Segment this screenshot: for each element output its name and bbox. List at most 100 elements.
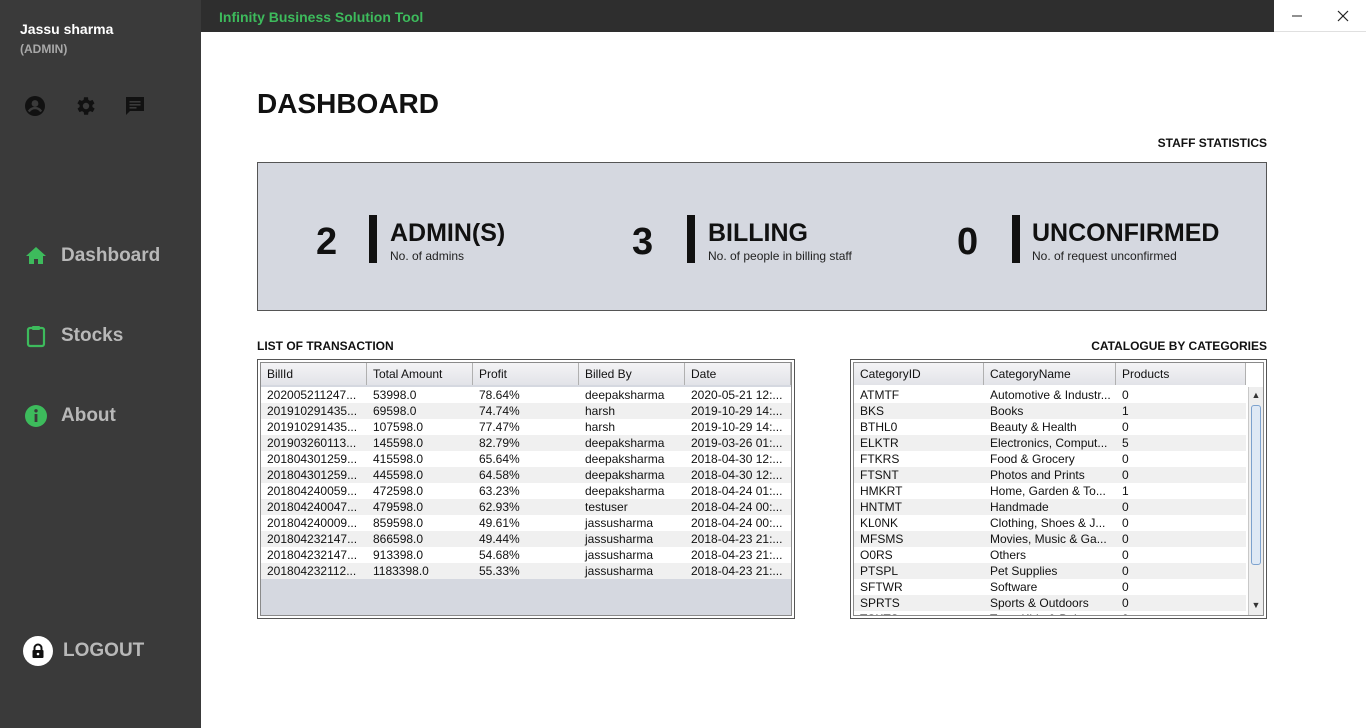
table-cell: 2018-04-24 01:... <box>691 484 783 498</box>
table-cell: 64.58% <box>479 468 520 482</box>
table-cell: 0 <box>1122 548 1129 562</box>
stat-divider <box>687 215 695 263</box>
catalogue-body: ATMTF Automotive & Industr... 0 BKS Books 1 BT… <box>854 387 1246 615</box>
table-row[interactable]: SFTWR Software 0 <box>854 579 1246 595</box>
table-row[interactable]: 201910291435... 107598.0 77.47% harsh 2019-1… <box>261 419 791 435</box>
table-cell: 82.79% <box>479 436 520 450</box>
logout-button[interactable]: LOGOUT <box>23 636 144 666</box>
transactions-column-header[interactable]: BillId <box>261 363 367 385</box>
table-row[interactable]: MFSMS Movies, Music & Ga... 0 <box>854 531 1246 547</box>
catalogue-column-header[interactable]: CategoryName <box>984 363 1116 385</box>
stat-admins: 2 ADMIN(S) No. of admins <box>316 215 616 265</box>
table-cell: jassusharma <box>585 548 654 562</box>
table-row[interactable]: 201804232112... 1183398.0 55.33% jassusharm… <box>261 563 791 579</box>
table-cell: 201804240009... <box>267 516 358 530</box>
stat-billing-value: 3 <box>632 221 654 263</box>
minimize-icon[interactable] <box>1274 0 1320 31</box>
table-cell: FTKRS <box>860 452 900 466</box>
table-cell: 49.61% <box>479 516 520 530</box>
window-controls <box>1274 0 1366 32</box>
gear-icon[interactable] <box>73 94 97 118</box>
table-row[interactable]: BTHL0 Beauty & Health 0 <box>854 419 1246 435</box>
table-row[interactable]: FTKRS Food & Grocery 0 <box>854 451 1246 467</box>
table-row[interactable]: 201804240047... 479598.0 62.93% testuser 201… <box>261 499 791 515</box>
table-cell: 77.47% <box>479 420 520 434</box>
transactions-column-header[interactable]: Profit <box>473 363 579 385</box>
table-row[interactable]: 202005211247... 53998.0 78.64% deepaksharma… <box>261 387 791 403</box>
table-cell: 201910291435... <box>267 404 358 418</box>
table-row[interactable]: ELKTR Electronics, Comput... 5 <box>854 435 1246 451</box>
catalogue-column-header[interactable]: CategoryID <box>854 363 984 385</box>
table-cell: deepaksharma <box>585 436 665 450</box>
lock-icon <box>23 636 53 666</box>
staff-statistics-panel: 2 ADMIN(S) No. of admins 3 BILLING No. o… <box>257 162 1267 311</box>
table-cell: 2019-03-26 01:... <box>691 436 783 450</box>
table-cell: 2019-10-29 14:... <box>691 404 783 418</box>
table-cell: 201903260113... <box>267 436 357 450</box>
table-cell: Movies, Music & Ga... <box>990 532 1107 546</box>
table-cell: deepaksharma <box>585 452 665 466</box>
table-row[interactable]: SPRTS Sports & Outdoors 0 <box>854 595 1246 611</box>
scroll-up-icon[interactable]: ▲ <box>1249 388 1263 402</box>
table-cell: 1183398.0 <box>373 564 429 578</box>
table-row[interactable]: TSKTSToys, Kids & Baby0 <box>854 611 1246 615</box>
clipboard-icon <box>24 324 48 348</box>
table-cell: Home, Garden & To... <box>990 484 1106 498</box>
table-cell: 201804232112... <box>267 564 357 578</box>
nav-about[interactable]: About <box>24 403 116 429</box>
table-row[interactable]: HNTMT Handmade 0 <box>854 499 1246 515</box>
scroll-thumb[interactable] <box>1251 405 1261 565</box>
table-row[interactable]: BKS Books 1 <box>854 403 1246 419</box>
table-cell: 2018-04-23 21:... <box>691 532 783 546</box>
stat-admins-subtitle: No. of admins <box>390 249 465 263</box>
table-cell: ELKTR <box>860 436 899 450</box>
table-row[interactable]: 201804240009... 859598.0 49.61% jassusharma… <box>261 515 791 531</box>
table-row[interactable]: KL0NK Clothing, Shoes & J... 0 <box>854 515 1246 531</box>
page-title: DASHBOARD <box>257 88 439 119</box>
table-row[interactable]: PTSPL Pet Supplies 0 <box>854 563 1246 579</box>
table-row[interactable]: 201804232147... 866598.0 49.44% jassusharma… <box>261 531 791 547</box>
table-cell: 0 <box>1122 468 1129 482</box>
transactions-column-header[interactable]: Date <box>685 363 791 385</box>
catalogue-scrollbar[interactable]: ▲ ▼ <box>1248 387 1263 615</box>
table-cell: 2018-04-23 21:... <box>691 564 783 578</box>
table-cell: 2018-04-24 00:... <box>691 500 783 514</box>
nav-stocks[interactable]: Stocks <box>24 323 123 349</box>
transactions-column-header[interactable]: Total Amount <box>367 363 473 385</box>
table-row[interactable]: 201804240059... 472598.0 63.23% deepaksharm… <box>261 483 791 499</box>
table-row[interactable]: 201804301259... 415598.0 65.64% deepaksharm… <box>261 451 791 467</box>
table-cell: MFSMS <box>860 532 904 546</box>
table-cell: deepaksharma <box>585 468 665 482</box>
table-cell: harsh <box>585 404 616 418</box>
table-cell: 0 <box>1122 580 1129 594</box>
table-row[interactable]: HMKRT Home, Garden & To... 1 <box>854 483 1246 499</box>
table-row[interactable]: 201903260113... 145598.0 82.79% deepaksharm… <box>261 435 791 451</box>
table-row[interactable]: 201910291435... 69598.0 74.74% harsh 2019-10… <box>261 403 791 419</box>
nav-dashboard-label: Dashboard <box>61 245 161 266</box>
catalogue-column-header[interactable]: Products <box>1116 363 1246 385</box>
table-cell: HMKRT <box>860 484 903 498</box>
table-cell: 0 <box>1122 532 1129 546</box>
table-cell: 913398.0 <box>373 548 424 562</box>
table-row[interactable]: ATMTF Automotive & Industr... 0 <box>854 387 1246 403</box>
nav-dashboard[interactable]: Dashboard <box>24 243 160 269</box>
table-cell: 0 <box>1122 388 1129 402</box>
table-cell: jassusharma <box>585 564 654 578</box>
table-cell: SPRTS <box>860 596 900 610</box>
catalogue-viewport: CategoryID CategoryName Products ATMTF Auto… <box>853 362 1264 616</box>
table-row[interactable]: 201804232147... 913398.0 54.68% jassusharma… <box>261 547 791 563</box>
table-row[interactable]: 201804301259... 445598.0 64.58% deepaksharm… <box>261 467 791 483</box>
close-icon[interactable] <box>1320 0 1366 31</box>
table-row[interactable]: O0RS Others 0 <box>854 547 1246 563</box>
account-circle-icon[interactable] <box>23 94 47 118</box>
user-name: Jassu sharma <box>20 21 114 37</box>
transactions-column-header[interactable]: Billed By <box>579 363 685 385</box>
table-cell: 0 <box>1122 516 1129 530</box>
table-row[interactable]: FTSNT Photos and Prints 0 <box>854 467 1246 483</box>
table-cell: PTSPL <box>860 564 899 578</box>
table-cell: 201804240059... <box>267 484 358 498</box>
table-cell: jassusharma <box>585 516 654 530</box>
message-icon[interactable] <box>123 94 147 118</box>
scroll-down-icon[interactable]: ▼ <box>1249 598 1263 612</box>
info-icon <box>24 404 48 428</box>
